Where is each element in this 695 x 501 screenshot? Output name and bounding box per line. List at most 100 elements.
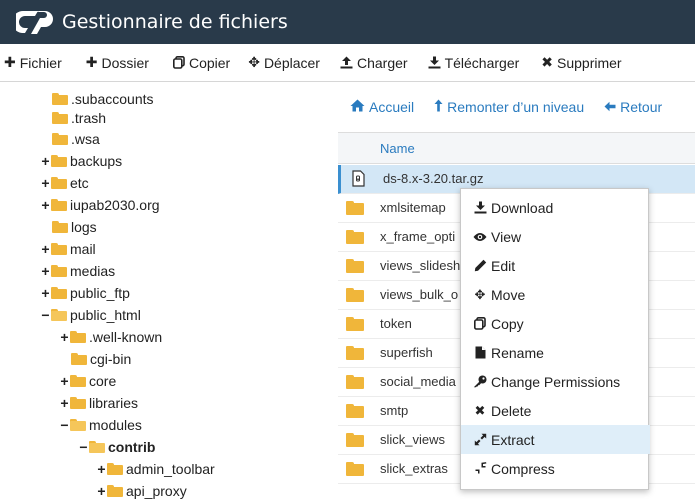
collapse-toggle[interactable]: − <box>40 307 51 323</box>
app-title: Gestionnaire de fichiers <box>62 11 288 33</box>
folder-open-icon <box>51 309 68 321</box>
expand-toggle[interactable]: + <box>40 263 51 279</box>
tree-item-etc[interactable]: + etc <box>40 172 88 194</box>
column-header-name[interactable]: Name <box>380 141 415 156</box>
home-icon <box>350 99 365 115</box>
expand-toggle[interactable]: + <box>59 373 70 389</box>
expand-toggle[interactable]: + <box>40 175 51 191</box>
tree-item-wsa[interactable]: .wsa <box>52 128 100 150</box>
tree-item-public-ftp[interactable]: + public_ftp <box>40 282 130 304</box>
folder-icon <box>51 265 68 277</box>
menu-item-edit[interactable]: Edit <box>461 251 650 280</box>
folder-icon <box>51 177 68 189</box>
folder-icon <box>344 346 366 361</box>
tree-item-well-known[interactable]: + .well-known <box>59 326 162 348</box>
folder-icon <box>51 243 68 255</box>
folder-icon <box>344 433 366 448</box>
upload-button[interactable]: Charger <box>332 44 416 81</box>
folder-icon <box>52 112 69 124</box>
folder-icon <box>344 375 366 390</box>
folder-icon <box>344 317 366 332</box>
copy-icon <box>172 56 185 69</box>
menu-item-delete[interactable]: ✖ Delete <box>461 396 650 425</box>
menu-item-download[interactable]: Download <box>461 193 650 222</box>
folder-icon <box>70 375 87 387</box>
pencil-icon <box>473 259 487 272</box>
folder-icon <box>71 353 88 365</box>
delete-button[interactable]: ✖ Supprimer <box>533 44 629 81</box>
table-header: Name <box>338 132 695 164</box>
tree-item-cgi-bin[interactable]: cgi-bin <box>71 348 131 370</box>
x-icon: ✖ <box>541 54 553 70</box>
new-file-button[interactable]: ✚ Fichier <box>0 44 70 81</box>
tree-item-iupab2030-org[interactable]: + iupab2030.org <box>40 194 159 216</box>
folder-icon <box>344 230 366 245</box>
menu-item-view[interactable]: View <box>461 222 650 251</box>
folder-icon <box>52 93 69 105</box>
menu-item-compress[interactable]: Compress <box>461 454 650 483</box>
level-up-icon <box>434 99 443 115</box>
folder-icon <box>52 221 69 233</box>
tree-item-public-html[interactable]: − public_html <box>40 304 140 326</box>
tree-item-mail[interactable]: + mail <box>40 238 95 260</box>
download-icon <box>473 201 487 214</box>
archive-file-icon <box>347 170 369 187</box>
navigation-bar: Accueil Remonter d’un niveau Retour <box>338 82 695 132</box>
back-link[interactable]: Retour <box>604 99 662 115</box>
home-link[interactable]: Accueil <box>350 99 414 115</box>
folder-icon <box>51 199 68 211</box>
folder-icon <box>344 462 366 477</box>
menu-item-rename[interactable]: Rename <box>461 338 650 367</box>
x-icon: ✖ <box>474 402 486 418</box>
app-header: Gestionnaire de fichiers <box>0 0 695 44</box>
tree-item-modules[interactable]: − modules <box>59 414 142 436</box>
tree-item-libraries[interactable]: + libraries <box>59 392 138 414</box>
up-one-level-link[interactable]: Remonter d’un niveau <box>434 99 584 115</box>
expand-icon <box>473 433 487 446</box>
tree-item-admin-toolbar[interactable]: + admin_toolbar <box>96 458 214 480</box>
key-icon <box>473 375 487 388</box>
plus-icon: ✚ <box>85 54 98 70</box>
tree-item-api-proxy[interactable]: + api_proxy <box>96 480 186 501</box>
eye-icon <box>473 232 487 242</box>
move-button[interactable]: ✥ Déplacer <box>240 44 328 81</box>
move-icon: ✥ <box>248 54 260 70</box>
expand-toggle[interactable]: + <box>59 329 70 345</box>
menu-item-change-permissions[interactable]: Change Permissions <box>461 367 650 396</box>
folder-icon <box>52 133 69 145</box>
tree-item-medias[interactable]: + medias <box>40 260 115 282</box>
menu-item-copy[interactable]: Copy <box>461 309 650 338</box>
menu-item-move[interactable]: ✥ Move <box>461 280 650 309</box>
download-button[interactable]: Télécharger <box>420 44 528 81</box>
tree-item-logs[interactable]: logs <box>52 216 97 238</box>
folder-icon <box>107 463 124 475</box>
folder-icon <box>107 485 124 497</box>
tree-item-backups[interactable]: + backups <box>40 150 122 172</box>
context-menu: Download View Edit ✥ Move Copy Rename Ch… <box>460 188 650 490</box>
tree-item-trash[interactable]: .trash <box>52 107 106 129</box>
folder-icon <box>344 259 366 274</box>
collapse-toggle[interactable]: − <box>59 417 70 433</box>
expand-toggle[interactable]: + <box>96 483 107 499</box>
folder-icon <box>344 288 366 303</box>
download-icon <box>428 56 441 69</box>
expand-toggle[interactable]: + <box>59 395 70 411</box>
folder-icon <box>70 331 87 343</box>
toolbar: ✚ Fichier ✚ Dossier Copier ✥ Déplacer Ch… <box>0 44 695 82</box>
expand-toggle[interactable]: + <box>96 461 107 477</box>
tree-item-core[interactable]: + core <box>59 370 116 392</box>
move-icon: ✥ <box>474 286 486 302</box>
expand-toggle[interactable]: + <box>40 153 51 169</box>
tree-item-contrib[interactable]: − contrib <box>78 436 155 458</box>
collapse-toggle[interactable]: − <box>78 439 89 455</box>
file-icon <box>473 346 487 359</box>
expand-toggle[interactable]: + <box>40 197 51 213</box>
arrow-left-icon <box>604 99 616 115</box>
menu-item-extract[interactable]: Extract <box>461 425 650 454</box>
folder-icon <box>70 397 87 409</box>
expand-toggle[interactable]: + <box>40 241 51 257</box>
cpanel-logo[interactable] <box>14 0 58 44</box>
copy-button[interactable]: Copier <box>165 44 238 81</box>
expand-toggle[interactable]: + <box>40 285 51 301</box>
new-folder-button[interactable]: ✚ Dossier <box>78 44 157 81</box>
